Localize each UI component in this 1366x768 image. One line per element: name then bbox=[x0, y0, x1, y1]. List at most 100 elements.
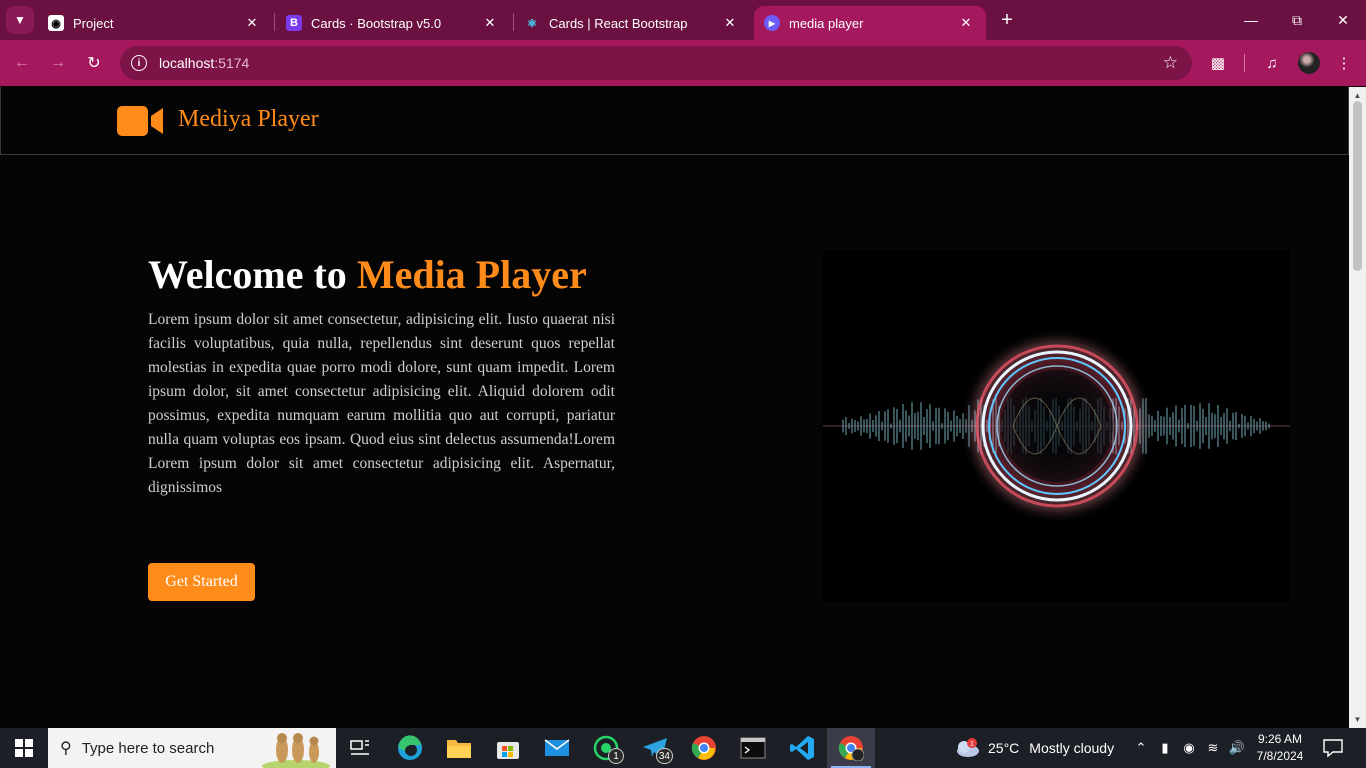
chrome-app-active[interactable] bbox=[827, 728, 875, 768]
browser-tabstrip: ▼ ◉ Project ✕ B Cards · Bootstrap v5.0 ✕… bbox=[0, 0, 1366, 40]
folder-icon bbox=[447, 740, 471, 758]
weather-alert-badge: 1 bbox=[970, 741, 974, 748]
network-icon[interactable]: ≋ bbox=[1204, 740, 1222, 756]
hero-title-prefix: Welcome to bbox=[148, 252, 357, 297]
chrome-icon bbox=[691, 736, 716, 760]
whatsapp-badge: 1 bbox=[608, 748, 624, 764]
address-bar[interactable]: i localhost:5174 ☆ bbox=[120, 46, 1192, 80]
close-icon[interactable]: ✕ bbox=[480, 15, 500, 31]
close-icon[interactable]: ✕ bbox=[242, 15, 262, 31]
weather-description: Mostly cloudy bbox=[1029, 740, 1115, 756]
tab-title: Cards · Bootstrap v5.0 bbox=[311, 15, 442, 31]
kebab-menu-icon[interactable]: ⋮ bbox=[1334, 53, 1354, 73]
address-host: localhost bbox=[159, 55, 215, 71]
store-icon bbox=[497, 742, 519, 759]
vscode-app[interactable] bbox=[778, 728, 826, 768]
close-icon[interactable]: ✕ bbox=[720, 15, 740, 31]
scroll-up-arrow-icon[interactable]: ▲ bbox=[1353, 91, 1362, 100]
edge-app[interactable] bbox=[386, 728, 434, 768]
address-port: :5174 bbox=[214, 55, 250, 71]
clock-date: 7/8/2024 bbox=[1256, 749, 1304, 763]
new-tab-button[interactable]: + bbox=[996, 8, 1018, 32]
bootstrap-icon: B bbox=[286, 15, 302, 31]
reload-icon: ↻ bbox=[87, 55, 101, 72]
search-placeholder: Type here to search bbox=[81, 739, 215, 757]
terminal-app[interactable] bbox=[729, 728, 777, 768]
profile-avatar[interactable] bbox=[1298, 52, 1320, 74]
chrome-profile-icon bbox=[838, 736, 864, 761]
hero-image bbox=[823, 250, 1290, 602]
minimize-icon: — bbox=[1244, 12, 1258, 28]
vscode-icon bbox=[790, 736, 814, 760]
notification-center-icon[interactable] bbox=[1322, 738, 1344, 758]
tab-separator bbox=[274, 13, 275, 31]
react-bootstrap-icon: ⚛ bbox=[527, 17, 537, 30]
mail-app[interactable] bbox=[533, 728, 581, 768]
system-clock[interactable]: 9:26 AM 7/8/2024 bbox=[1250, 731, 1310, 765]
chevron-down-icon: ▼ bbox=[14, 13, 26, 27]
site-info-icon[interactable]: i bbox=[131, 55, 147, 71]
tab-bootstrap-cards[interactable]: B Cards · Bootstrap v5.0 ✕ bbox=[276, 6, 510, 40]
terminal-icon bbox=[740, 737, 766, 759]
tab-project[interactable]: ◉ Project ✕ bbox=[38, 6, 272, 40]
media-control-icon[interactable]: ♫ bbox=[1262, 53, 1282, 73]
tab-media-player[interactable]: ▶ media player ✕ bbox=[754, 6, 986, 40]
meet-now-icon[interactable]: ◉ bbox=[1180, 740, 1198, 756]
extensions-icon[interactable]: ▩ bbox=[1208, 53, 1228, 73]
tab-search-button[interactable]: ▼ bbox=[6, 6, 34, 34]
start-button[interactable] bbox=[0, 728, 48, 768]
toolbar-separator bbox=[1244, 54, 1245, 72]
search-highlight-meerkats-icon bbox=[262, 733, 330, 768]
battery-icon[interactable]: ▮ bbox=[1156, 740, 1174, 756]
brand-name[interactable]: Mediya Player bbox=[178, 106, 319, 133]
close-icon: ✕ bbox=[1337, 11, 1349, 28]
reload-button[interactable]: ↻ bbox=[80, 49, 108, 77]
page-scrollbar[interactable]: ▲ ▼ bbox=[1349, 87, 1366, 728]
chrome-app[interactable] bbox=[680, 728, 728, 768]
plus-icon: + bbox=[1001, 8, 1013, 31]
whatsapp-app[interactable]: 1 bbox=[582, 728, 630, 768]
video-camera-icon[interactable] bbox=[117, 105, 165, 137]
scroll-down-arrow-icon[interactable]: ▼ bbox=[1353, 715, 1362, 724]
taskbar-search[interactable]: ⚲ Type here to search bbox=[48, 728, 336, 768]
hero-title: Welcome to Media Player bbox=[148, 251, 587, 298]
weather-temperature: 25°C bbox=[988, 740, 1020, 756]
arrow-right-icon: → bbox=[50, 54, 66, 71]
hero-title-accent: Media Player bbox=[356, 252, 587, 297]
task-view-icon bbox=[350, 740, 369, 755]
back-button[interactable]: ← bbox=[8, 49, 36, 77]
page-viewport: Mediya Player Welcome to Media Player Lo… bbox=[0, 87, 1349, 728]
weather-widget[interactable]: 1 25°C Mostly cloudy bbox=[954, 728, 1114, 768]
windows-logo-icon bbox=[15, 739, 33, 757]
arrow-left-icon: ← bbox=[14, 54, 30, 71]
volume-icon[interactable]: 🔊 bbox=[1228, 740, 1246, 756]
edge-icon bbox=[398, 735, 422, 760]
windows-taskbar: ⚲ Type here to search 1 34 1 25°C Mostly… bbox=[0, 728, 1366, 768]
close-icon[interactable]: ✕ bbox=[956, 15, 976, 31]
restore-button[interactable]: ⧉ bbox=[1274, 0, 1320, 40]
chevron-up-icon[interactable]: ⌃ bbox=[1132, 740, 1150, 756]
github-icon: ◉ bbox=[48, 15, 64, 31]
mail-icon bbox=[544, 739, 570, 756]
close-window-button[interactable]: ✕ bbox=[1320, 0, 1366, 40]
browser-toolbar: ← → ↻ i localhost:5174 ☆ ▩ ♫ ⋮ bbox=[0, 40, 1366, 86]
task-view-button[interactable] bbox=[336, 728, 384, 768]
tab-react-bootstrap-cards[interactable]: ⚛ Cards | React Bootstrap ✕ bbox=[514, 6, 750, 40]
forward-button[interactable]: → bbox=[44, 49, 72, 77]
get-started-button[interactable]: Get Started bbox=[148, 563, 255, 601]
search-icon: ⚲ bbox=[60, 740, 72, 757]
clock-time: 9:26 AM bbox=[1257, 732, 1303, 746]
telegram-app[interactable]: 34 bbox=[631, 728, 679, 768]
restore-icon: ⧉ bbox=[1292, 11, 1302, 28]
bookmark-star-icon[interactable]: ☆ bbox=[1163, 53, 1178, 73]
hero-description: Lorem ipsum dolor sit amet consectetur, … bbox=[148, 311, 615, 496]
play-circle-icon: ▶ bbox=[764, 15, 780, 31]
microsoft-store-app[interactable] bbox=[484, 728, 532, 768]
site-navbar: Mediya Player bbox=[0, 87, 1349, 155]
scroll-thumb[interactable] bbox=[1353, 101, 1362, 271]
minimize-button[interactable]: — bbox=[1228, 0, 1274, 40]
tab-title: Project bbox=[73, 15, 114, 31]
tab-title: media player bbox=[789, 15, 864, 31]
tab-title: Cards | React Bootstrap bbox=[549, 15, 688, 31]
file-explorer-app[interactable] bbox=[435, 728, 483, 768]
